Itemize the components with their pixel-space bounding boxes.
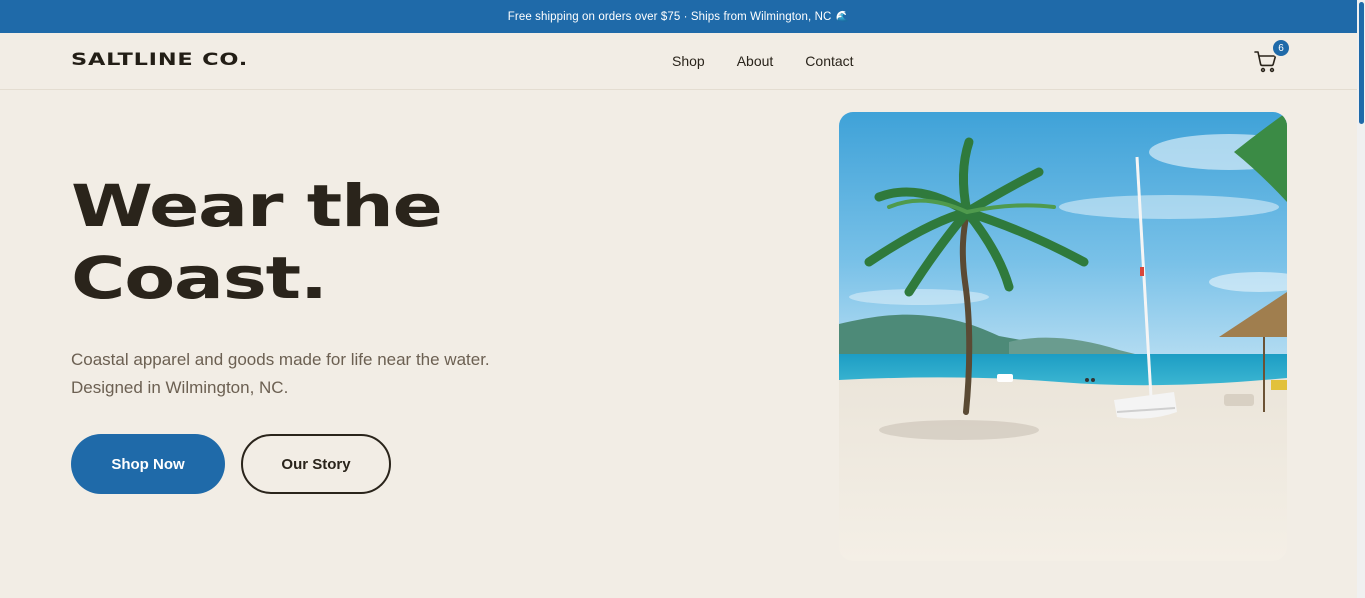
cart-button[interactable]: 6: [1254, 38, 1291, 77]
hero-subtitle: Coastal apparel and goods made for life …: [71, 350, 490, 397]
hero-beach-image: [839, 112, 1287, 561]
hero-title-line-2: Coast.: [71, 244, 328, 312]
our-story-button[interactable]: Our Story: [241, 434, 391, 494]
announcement-text: Free shipping on orders over $75 · Ships…: [507, 10, 832, 23]
site-header: SALTLINE CO. Shop About Contact 6: [0, 33, 1357, 90]
hero-title-line-1: Wear the: [71, 172, 443, 240]
nav-link-contact[interactable]: Contact: [805, 53, 853, 69]
nav-link-about[interactable]: About: [737, 53, 774, 69]
page-scrollbar-thumb[interactable]: [1359, 2, 1364, 124]
site-logo[interactable]: SALTLINE CO.: [71, 50, 248, 70]
nav-link-shop[interactable]: Shop: [672, 53, 705, 69]
main-nav: Shop About Contact: [672, 53, 854, 69]
shop-now-button[interactable]: Shop Now: [71, 434, 225, 494]
cart-count-badge: 6: [1271, 38, 1291, 58]
announcement-bar: Free shipping on orders over $75 · Ships…: [0, 0, 1357, 33]
wave-icon: 🌊: [835, 11, 850, 23]
hero-title: Wear the Coast.: [71, 170, 443, 314]
